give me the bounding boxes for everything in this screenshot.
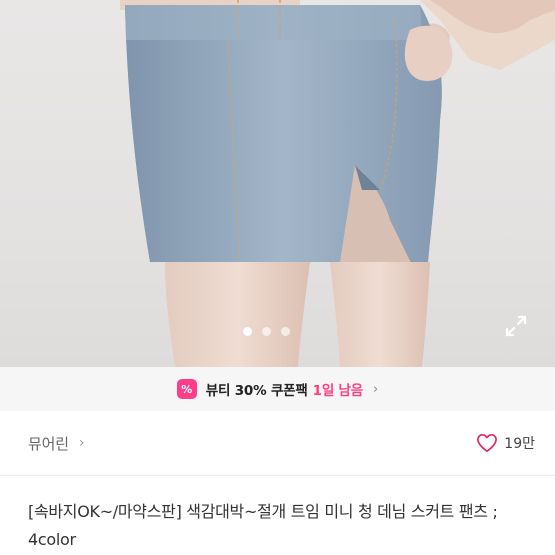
product-title: [속바지OK~/마약스판] 색감대박~절개 트임 미니 청 데님 스커트 팬츠 …: [28, 502, 498, 549]
product-photo: [120, 0, 555, 367]
heart-icon: [477, 434, 498, 452]
expand-icon[interactable]: [499, 309, 533, 343]
coupon-icon: %: [176, 379, 197, 399]
product-image-gallery[interactable]: [0, 0, 555, 367]
gallery-pagination[interactable]: [243, 327, 290, 336]
like-button[interactable]: 19만: [476, 433, 535, 453]
gallery-dot-3[interactable]: [281, 327, 290, 336]
gallery-dot-1[interactable]: [243, 327, 252, 336]
like-count: 19만: [504, 436, 535, 452]
coupon-remaining: 1일 남음: [312, 383, 364, 399]
seller-name-link[interactable]: 뮤어린: [28, 433, 69, 454]
coupon-text: 뷰티 30% 쿠폰팩: [205, 383, 308, 399]
divider: [0, 475, 555, 476]
coupon-banner[interactable]: % 뷰티 30% 쿠폰팩 1일 남음 ›: [0, 367, 555, 411]
seller-row: 뮤어린 › 19만: [0, 411, 555, 475]
chevron-right-icon: ›: [372, 381, 379, 397]
gallery-dot-2[interactable]: [262, 327, 271, 336]
chevron-right-icon: ›: [78, 435, 85, 451]
